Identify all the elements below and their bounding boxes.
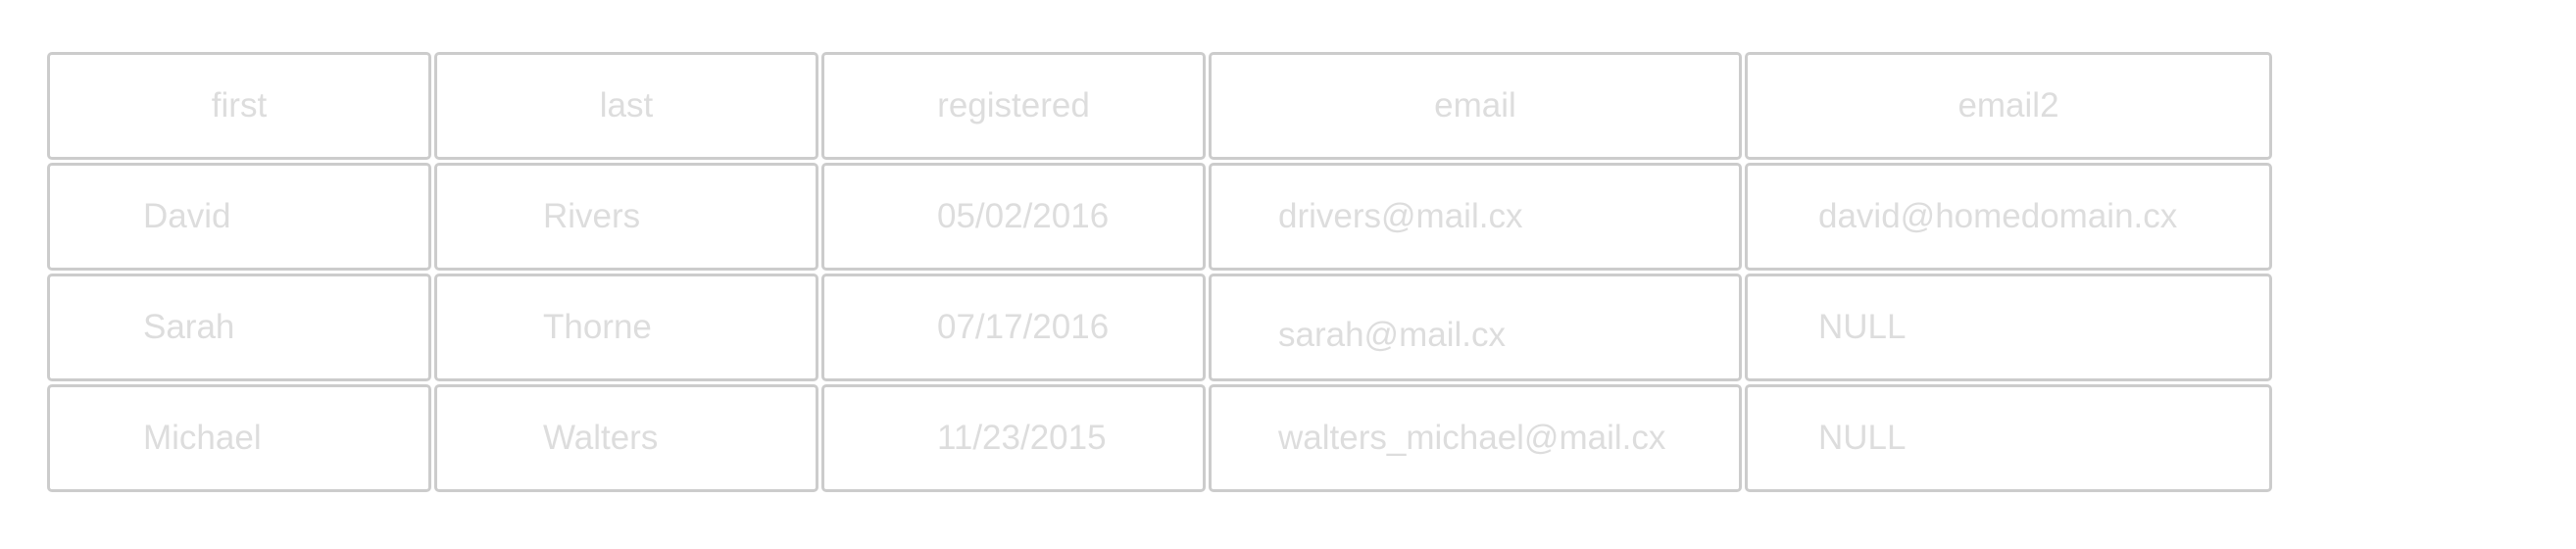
table-cell: Rivers xyxy=(434,163,818,271)
table-cell: david@homedomain.cx xyxy=(1745,163,2272,271)
data-table: first last registered email email2 David… xyxy=(47,52,2272,492)
table-cell: David xyxy=(47,163,431,271)
table-cell: sarah@mail.cx xyxy=(1209,274,1742,381)
table-cell: walters_michael@mail.cx xyxy=(1209,384,1742,492)
column-header-email2: email2 xyxy=(1745,52,2272,160)
column-header-email: email xyxy=(1209,52,1742,160)
table-cell: NULL xyxy=(1745,384,2272,492)
table-cell: 07/17/2016 xyxy=(821,274,1206,381)
column-header-registered: registered xyxy=(821,52,1206,160)
column-header-last: last xyxy=(434,52,818,160)
table-cell: Sarah xyxy=(47,274,431,381)
table-cell: 11/23/2015 xyxy=(821,384,1206,492)
table-cell: 05/02/2016 xyxy=(821,163,1206,271)
table-cell: Walters xyxy=(434,384,818,492)
table-cell: drivers@mail.cx xyxy=(1209,163,1742,271)
table-cell: NULL xyxy=(1745,274,2272,381)
table-cell: Michael xyxy=(47,384,431,492)
table-cell: Thorne xyxy=(434,274,818,381)
column-header-first: first xyxy=(47,52,431,160)
